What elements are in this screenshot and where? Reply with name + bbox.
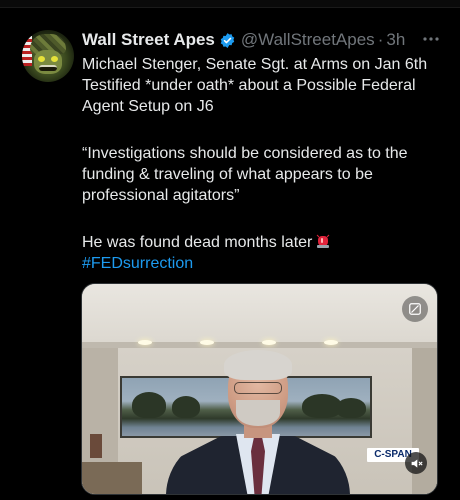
avatar-mouth bbox=[39, 65, 57, 71]
author-handle[interactable]: @WallStreetApes bbox=[241, 30, 375, 50]
avatar[interactable] bbox=[22, 30, 74, 82]
speaker-hair bbox=[224, 350, 292, 380]
more-dots-icon[interactable] bbox=[420, 28, 442, 50]
tweet-text-paragraph: “Investigations should be considered as … bbox=[82, 145, 408, 204]
video-scene-shelf bbox=[82, 462, 142, 494]
hashtag-link[interactable]: #FEDsurrection bbox=[82, 255, 193, 272]
separator-dot: · bbox=[377, 30, 384, 49]
video-scene-light bbox=[200, 340, 214, 345]
video-scene-light bbox=[138, 340, 152, 345]
video-scene-light bbox=[324, 340, 338, 345]
gif-control-icon[interactable] bbox=[402, 296, 428, 322]
tweet-text-paragraph: Michael Stenger, Senate Sgt. at Arms on … bbox=[82, 56, 428, 115]
tweet-header: Wall Street Apes @WallStreetApes · 3h bbox=[82, 29, 405, 51]
speaker-beard bbox=[236, 400, 280, 426]
timestamp[interactable]: 3h bbox=[386, 30, 405, 50]
video-scene-ceiling bbox=[82, 284, 437, 342]
speaker-glasses bbox=[234, 382, 282, 394]
video-speaker bbox=[166, 350, 350, 494]
author-name[interactable]: Wall Street Apes bbox=[82, 30, 215, 50]
previous-post-divider bbox=[0, 0, 460, 8]
video-scene-shelf-item bbox=[90, 434, 102, 458]
avatar-eye bbox=[38, 56, 45, 62]
police-siren-icon bbox=[316, 233, 330, 249]
painting-tree bbox=[132, 392, 166, 418]
avatar-eye bbox=[51, 56, 58, 62]
speaker-muted-icon[interactable] bbox=[405, 452, 427, 474]
tweet-text-last: He was found dead months later #FEDsurre… bbox=[82, 232, 452, 274]
video-player[interactable]: C-SPAN bbox=[81, 283, 438, 495]
video-scene-light bbox=[262, 340, 276, 345]
tweet-text-paragraph: He was found dead months later bbox=[82, 234, 313, 251]
verified-badge-icon bbox=[219, 32, 236, 49]
